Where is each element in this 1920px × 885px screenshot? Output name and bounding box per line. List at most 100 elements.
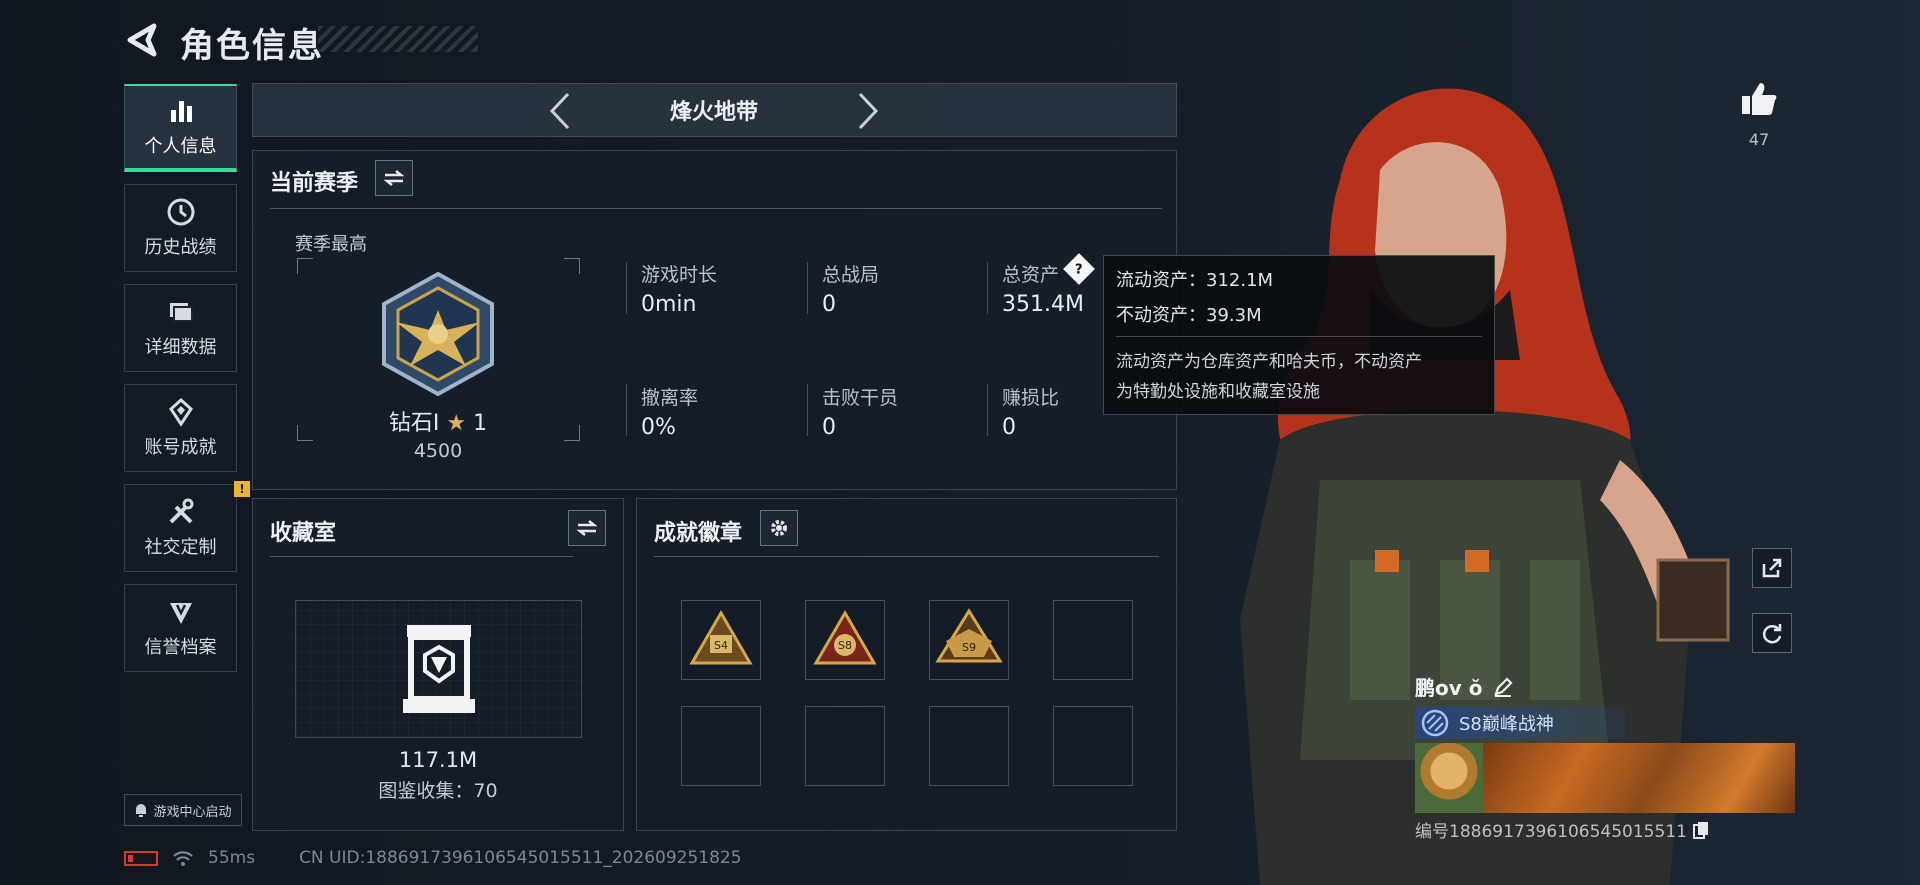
achievement-icon [168,397,193,427]
stat-value-total-assets: 351.4M [1002,292,1084,317]
sidebar-item-personal-info[interactable]: 个人信息 [124,84,237,172]
season-switch-button[interactable] [375,160,413,196]
sidebar-item-label: 社交定制 [144,537,217,558]
stat-label-total-matches: 总战局 [822,264,880,286]
title-decoration [318,26,478,52]
frame-corner [297,425,313,441]
collection-value: 117.1M [398,748,478,772]
share-button[interactable] [1752,548,1792,588]
achievement-badge-slot[interactable]: S9 [929,600,1009,680]
player-name: 鹏ov ŏ [1415,676,1483,700]
tooltip-description-line: 流动资产为仓库资产和哈夫币，不动资产 [1116,352,1422,372]
shield-icon [169,603,192,624]
avatar[interactable] [1415,743,1483,813]
sidebar-item-social-custom[interactable]: 社交定制 ! [124,481,250,572]
edit-pencil-icon[interactable] [1492,676,1514,698]
divider [987,384,988,436]
stat-value-total-matches: 0 [822,292,836,317]
divider [626,262,627,314]
stat-value-playtime: 0min [641,292,697,317]
rank-points: 4500 [413,440,463,462]
player-banner [1415,743,1795,813]
swap-arrows-icon [383,170,405,186]
sidebar-item-label: 历史战绩 [144,237,217,258]
swap-arrows-icon [576,520,598,536]
stat-label-profit-loss-ratio: 赚损比 [1002,387,1060,409]
stat-value-profit-loss-ratio: 0 [1002,415,1016,440]
frame-corner [564,425,580,441]
mode-title: 烽火地带 [669,100,758,125]
divider [654,556,1159,557]
frame-corner [297,258,313,274]
player-name-card: 鹏ov ŏ S8巅峰战神 编号1886917396106545015511 [1415,672,1795,842]
title-emblem-icon [1421,709,1449,737]
wifi-icon [173,851,193,866]
bar-chart-icon [170,101,192,122]
tools-icon [169,498,193,524]
warning-badge-icon: ! [234,481,250,497]
game-center-launch-button[interactable]: 游戏中心启动 [124,794,242,826]
stat-label-playtime: 游戏时长 [641,264,718,286]
clock-icon [167,198,194,226]
uid-text: CN UID:1886917396106545015511_2026092518… [299,848,742,868]
badge-label: S8 [838,639,852,652]
achievement-badge-slot[interactable]: S8 [805,600,885,680]
assets-tooltip: 流动资产：312.1M 不动资产：39.3M 流动资产为仓库资产和哈夫币，不动资… [1103,255,1495,415]
ping-value: 55ms [208,848,256,868]
collection-panel-title: 收藏室 [270,521,337,546]
stat-label-operators-defeated: 击败干员 [822,387,899,409]
frame-corner [564,258,580,274]
achievement-badge-slot-empty[interactable] [681,706,761,786]
gear-icon [771,520,787,536]
season-panel-title: 当前赛季 [270,171,359,196]
star-icon: ★ [446,411,467,436]
banner-image [1483,743,1795,813]
divider [626,384,627,436]
status-bar: 55ms CN UID:1886917396106545015511_20260… [124,848,742,868]
display-case-icon [403,625,475,713]
chevron-right-icon[interactable] [850,90,884,132]
sidebar-item-achievements[interactable]: 账号成就 [124,384,237,472]
divider [270,208,1162,209]
battery-low-icon [124,850,158,866]
tooltip-liquid-assets: 流动资产：312.1M [1116,270,1274,291]
folder-icon [169,303,193,322]
divider [807,262,808,314]
achievement-badge-slot-empty[interactable] [1053,706,1133,786]
achievements-settings-button[interactable] [760,510,798,546]
sidebar-item-label: 账号成就 [144,437,217,458]
sidebar-item-history[interactable]: 历史战绩 [124,184,237,272]
achievement-badge-slot-empty[interactable] [929,706,1009,786]
achievement-badge-slot-empty[interactable] [805,706,885,786]
back-arrow-icon[interactable] [124,22,160,58]
player-id: 编号1886917396106545015511 [1415,822,1687,842]
divider [807,384,808,436]
tooltip-fixed-assets: 不动资产：39.3M [1116,305,1262,326]
copy-icon[interactable] [1692,821,1709,839]
achievement-badge-slot[interactable]: S4 [681,600,761,680]
player-title-bar: S8巅峰战神 [1415,707,1625,739]
achievement-badge-slot-empty[interactable] [1053,600,1133,680]
season-badge-icon: S8 [813,610,877,665]
chevron-left-icon[interactable] [544,90,578,132]
refresh-button[interactable] [1752,613,1792,653]
stat-value-extraction-rate: 0% [641,415,676,440]
bell-icon [136,804,147,817]
season-badge-icon: S4 [689,610,753,665]
divider [270,556,573,557]
season-badge-icon: S9 [935,608,1003,663]
thumbs-up-icon[interactable] [1740,80,1778,118]
badge-label: S9 [962,641,976,654]
collection-count: 图鉴收集：70 [378,780,498,802]
sidebar-item-label: 个人信息 [144,136,217,157]
stat-label-total-assets: 总资产 [1002,264,1060,286]
tooltip-description-line: 为特勤处设施和收藏室设施 [1116,382,1320,402]
diamond-rank-emblem-icon [382,271,494,397]
sidebar-item-reputation[interactable]: 信誉档案 [124,584,237,672]
stat-label-extraction-rate: 撤离率 [641,387,699,409]
collection-switch-button[interactable] [568,510,606,546]
like-count: 47 [1748,130,1770,149]
refresh-icon [1762,624,1782,644]
collection-showcase[interactable] [295,600,582,738]
sidebar-item-detailed-data[interactable]: 详细数据 [124,284,237,372]
